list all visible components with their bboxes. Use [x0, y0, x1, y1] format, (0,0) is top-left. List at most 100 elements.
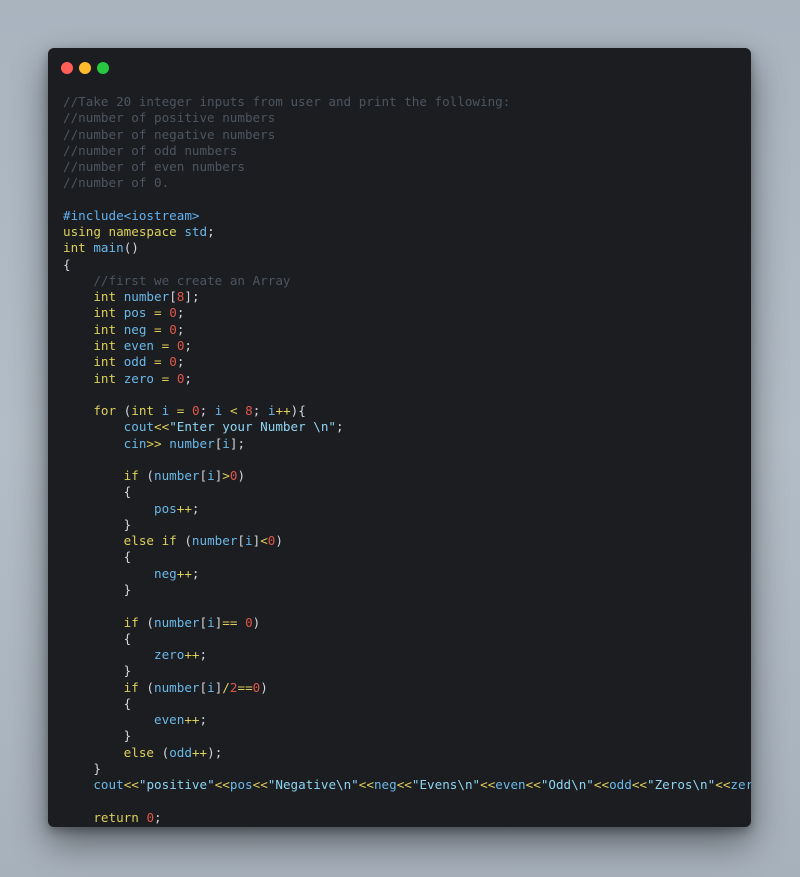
code-token-identifier: number: [154, 679, 200, 695]
code-token-keyword: if: [123, 614, 139, 630]
code-token-keyword: return: [93, 809, 139, 825]
code-line: zero++;: [63, 647, 751, 663]
code-token-punctuation: (: [116, 403, 132, 419]
code-token-punctuation: ): [252, 614, 261, 630]
code-token-keyword: int: [131, 403, 155, 419]
code-line: //Take 20 integer inputs from user and p…: [63, 94, 751, 110]
code-line: if (number[i]>0): [63, 468, 751, 484]
code-token-punctuation: {: [63, 630, 132, 646]
code-token-punctuation: ];: [229, 435, 246, 451]
code-token-identifier: neg: [123, 321, 147, 337]
code-line: using namespace std;: [63, 224, 751, 240]
code-token-keyword: int: [63, 240, 86, 256]
code-token-punctuation: [63, 777, 93, 792]
code-token-number: 0: [169, 305, 177, 321]
code-line: int even = 0;: [63, 338, 751, 354]
code-token-operator: =: [154, 321, 162, 337]
code-token-operator: ++: [176, 565, 192, 581]
code-token-string: "Negative\n": [267, 777, 359, 793]
code-token-punctuation: ;: [207, 224, 215, 240]
code-token-keyword: if: [123, 679, 139, 695]
code-line: //number of 0.: [63, 175, 751, 191]
code-token-identifier: i: [207, 468, 215, 484]
close-window-button[interactable]: [61, 62, 73, 74]
code-token-identifier: number: [123, 289, 170, 305]
code-token-identifier: number: [154, 614, 200, 630]
code-token-punctuation: [63, 680, 124, 695]
code-token-punctuation: [63, 533, 124, 548]
code-token-keyword: int: [93, 289, 117, 305]
code-token-identifier: even: [123, 337, 155, 353]
code-token-operator: ++: [184, 712, 200, 728]
code-line: //number of odd numbers: [63, 143, 751, 159]
code-token-punctuation: ;: [191, 565, 200, 581]
code-token-operator: >>: [146, 435, 162, 451]
code-token-identifier: main: [93, 240, 124, 256]
code-token-punctuation: [116, 338, 124, 353]
code-token-punctuation: (: [138, 679, 155, 695]
code-token-operator: <<: [525, 777, 541, 793]
code-token-punctuation: [63, 273, 93, 288]
code-token-comment: //number of even numbers: [63, 159, 245, 175]
code-token-punctuation: [116, 371, 124, 386]
code-token-identifier: even: [495, 777, 526, 793]
code-token-identifier: i: [222, 435, 230, 451]
code-token-identifier: odd: [169, 744, 192, 760]
code-token-operator: =: [154, 354, 162, 370]
code-token-keyword: int: [93, 337, 117, 353]
code-token-punctuation: [63, 745, 124, 760]
code-token-punctuation: [154, 371, 162, 386]
code-token-punctuation: ;: [176, 354, 185, 370]
code-line: {: [63, 549, 751, 565]
code-line: int number[8];: [63, 289, 751, 305]
minimize-window-button[interactable]: [79, 62, 91, 74]
code-line: }: [63, 728, 751, 744]
code-token-punctuation: [63, 566, 154, 581]
code-token-identifier: odd: [123, 354, 147, 370]
code-token-identifier: number: [169, 435, 215, 451]
code-token-punctuation: [146, 354, 154, 369]
code-line: cout<<"Enter your Number \n";: [63, 419, 751, 435]
code-token-operator: ++: [191, 744, 208, 760]
code-token-operator: <<: [214, 777, 230, 793]
code-token-identifier: zero: [154, 647, 185, 663]
code-token-operator: <<: [593, 777, 610, 793]
code-token-punctuation: [63, 436, 124, 451]
code-token-operator: <<: [252, 777, 268, 793]
maximize-window-button[interactable]: [97, 62, 109, 74]
code-token-punctuation: [63, 289, 93, 304]
code-line: return 0;: [63, 810, 751, 826]
code-token-punctuation: [154, 403, 162, 418]
code-line: int main(): [63, 240, 751, 256]
code-token-punctuation: }: [63, 728, 132, 744]
code-token-punctuation: [63, 371, 93, 386]
code-token-operator: <<: [396, 777, 412, 793]
code-token-comment: //first we create an Array: [93, 272, 291, 288]
code-token-punctuation: [63, 501, 154, 516]
code-token-punctuation: [63, 403, 93, 418]
code-token-punctuation: ;: [184, 337, 192, 353]
window-titlebar: [48, 48, 751, 88]
code-window: //Take 20 integer inputs from user and p…: [48, 48, 751, 827]
code-token-punctuation: ;: [184, 370, 192, 386]
code-line: else (odd++);: [63, 745, 751, 761]
code-token-punctuation: [: [199, 679, 208, 695]
code-token-punctuation: [169, 371, 177, 386]
code-line: //number of negative numbers: [63, 127, 751, 143]
code-token-number: 0: [245, 614, 253, 630]
code-token-keyword: int: [93, 370, 117, 386]
code-token-identifier: odd: [609, 777, 632, 793]
code-block: //Take 20 integer inputs from user and p…: [63, 94, 751, 826]
code-token-punctuation: [116, 289, 124, 304]
code-line: //first we create an Array: [63, 273, 751, 289]
code-token-identifier: std: [184, 224, 208, 240]
code-token-punctuation: }: [63, 663, 132, 679]
code-line: }: [63, 517, 751, 533]
code-line: even++;: [63, 712, 751, 728]
code-token-punctuation: [: [169, 289, 177, 305]
code-token-string: "Evens\n": [411, 777, 481, 793]
code-token-keyword: int: [93, 354, 117, 370]
